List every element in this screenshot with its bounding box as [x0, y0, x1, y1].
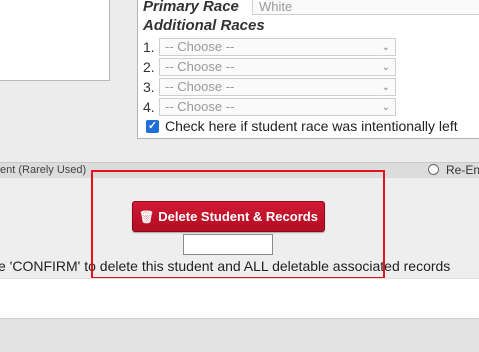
race-select-value: -- Choose --	[165, 39, 235, 54]
race-select-value: -- Choose --	[165, 99, 235, 114]
primary-race-label: Primary Race	[143, 0, 239, 15]
chevron-down-icon: ⌄	[381, 42, 390, 53]
primary-race-select[interactable]: White ⌄	[252, 0, 479, 15]
chevron-down-icon: ⌄	[381, 62, 390, 73]
additional-race-select-2[interactable]: -- Choose -- ⌄	[159, 58, 396, 76]
additional-race-select-4[interactable]: -- Choose -- ⌄	[159, 98, 396, 116]
race-row-number: 4.	[143, 99, 155, 115]
additional-race-select-3[interactable]: -- Choose -- ⌄	[159, 78, 396, 96]
highlight-box	[91, 170, 385, 279]
race-row-number: 3.	[143, 79, 155, 95]
race-select-value: -- Choose --	[165, 59, 235, 74]
race-row-number: 2.	[143, 59, 155, 75]
re-enroll-label: Re-En	[446, 163, 479, 177]
race-intentional-label: Check here if student race was intention…	[165, 118, 458, 134]
chevron-down-icon: ⌄	[381, 82, 390, 93]
race-intentional-checkbox[interactable]: ✓	[146, 120, 159, 133]
primary-race-value: White	[259, 0, 293, 14]
race-row-number: 1.	[143, 39, 155, 55]
chevron-down-icon: ⌄	[381, 102, 390, 113]
left-panel	[0, 0, 110, 81]
footer-band-lower	[0, 318, 479, 352]
additional-race-select-1[interactable]: -- Choose -- ⌄	[159, 38, 396, 56]
re-enroll-radio[interactable]	[428, 164, 439, 175]
race-select-value: -- Choose --	[165, 79, 235, 94]
rarely-used-label: ent (Rarely Used)	[0, 164, 87, 176]
footer-band	[0, 278, 479, 319]
additional-races-label: Additional Races	[143, 17, 265, 34]
